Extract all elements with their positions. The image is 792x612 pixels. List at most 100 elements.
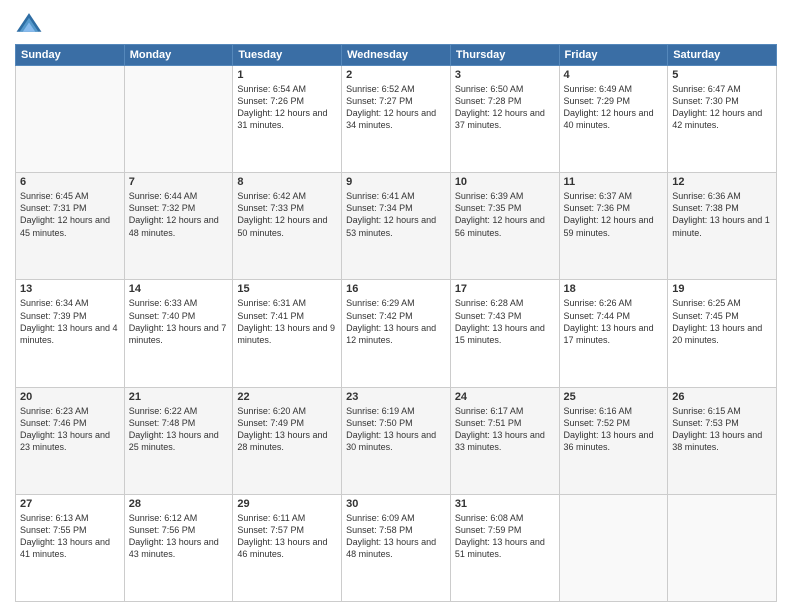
day-info: Sunrise: 6:13 AMSunset: 7:55 PMDaylight:… (20, 512, 120, 561)
calendar-cell: 16Sunrise: 6:29 AMSunset: 7:42 PMDayligh… (342, 280, 451, 387)
day-number: 8 (237, 176, 337, 188)
day-info: Sunrise: 6:15 AMSunset: 7:53 PMDaylight:… (672, 405, 772, 454)
day-info: Sunrise: 6:16 AMSunset: 7:52 PMDaylight:… (564, 405, 664, 454)
day-number: 19 (672, 283, 772, 295)
calendar-cell: 18Sunrise: 6:26 AMSunset: 7:44 PMDayligh… (559, 280, 668, 387)
calendar-cell: 9 Sunrise: 6:41 AMSunset: 7:34 PMDaylight… (342, 173, 451, 280)
calendar-cell: 20 Sunrise: 6:23 AMSunset: 7:46 PMDayligh… (16, 387, 125, 494)
day-info: Sunrise: 6:39 AMSunset: 7:35 PMDaylight:… (455, 190, 555, 239)
day-number: 25 (564, 391, 664, 403)
day-number: 18 (564, 283, 664, 295)
calendar-cell (16, 66, 125, 173)
calendar-cell: 27 Sunrise: 6:13 AMSunset: 7:55 PMDayligh… (16, 494, 125, 601)
day-number: 27 (20, 498, 120, 510)
day-number: 11 (564, 176, 664, 188)
day-number: 12 (672, 176, 772, 188)
day-number: 4 (564, 69, 664, 81)
calendar-cell (124, 66, 233, 173)
day-info: Sunrise: 6:31 AMSunset: 7:41 PMDaylight:… (237, 297, 337, 346)
day-of-week-monday: Monday (124, 45, 233, 66)
calendar-cell: 29Sunrise: 6:11 AMSunset: 7:57 PMDayligh… (233, 494, 342, 601)
day-number: 28 (129, 498, 229, 510)
day-info: Sunrise: 6:25 AMSunset: 7:45 PMDaylight:… (672, 297, 772, 346)
day-number: 21 (129, 391, 229, 403)
calendar-cell: 2 Sunrise: 6:52 AMSunset: 7:27 PMDaylight… (342, 66, 451, 173)
day-number: 7 (129, 176, 229, 188)
calendar-cell: 13 Sunrise: 6:34 AMSunset: 7:39 PMDayligh… (16, 280, 125, 387)
day-of-week-friday: Friday (559, 45, 668, 66)
day-info: Sunrise: 6:47 AMSunset: 7:30 PMDaylight:… (672, 83, 772, 132)
day-of-week-wednesday: Wednesday (342, 45, 451, 66)
day-info: Sunrise: 6:34 AMSunset: 7:39 PMDaylight:… (20, 297, 120, 346)
day-info: Sunrise: 6:36 AMSunset: 7:38 PMDaylight:… (672, 190, 772, 239)
calendar-cell: 23 Sunrise: 6:19 AMSunset: 7:50 PMDayligh… (342, 387, 451, 494)
day-number: 30 (346, 498, 446, 510)
day-number: 22 (237, 391, 337, 403)
day-info: Sunrise: 6:19 AMSunset: 7:50 PMDaylight:… (346, 405, 446, 454)
day-number: 20 (20, 391, 120, 403)
day-info: Sunrise: 6:23 AMSunset: 7:46 PMDaylight:… (20, 405, 120, 454)
day-number: 23 (346, 391, 446, 403)
day-info: Sunrise: 6:54 AMSunset: 7:26 PMDaylight:… (237, 83, 337, 132)
day-info: Sunrise: 6:22 AMSunset: 7:48 PMDaylight:… (129, 405, 229, 454)
calendar-week-5: 27 Sunrise: 6:13 AMSunset: 7:55 PMDayligh… (16, 494, 777, 601)
calendar-cell: 6 Sunrise: 6:45 AMSunset: 7:31 PMDaylight… (16, 173, 125, 280)
calendar-cell: 3Sunrise: 6:50 AMSunset: 7:28 PMDaylight… (450, 66, 559, 173)
header (15, 10, 777, 38)
day-number: 6 (20, 176, 120, 188)
calendar-cell: 19 Sunrise: 6:25 AMSunset: 7:45 PMDayligh… (668, 280, 777, 387)
day-number: 9 (346, 176, 446, 188)
calendar-cell: 14 Sunrise: 6:33 AMSunset: 7:40 PMDayligh… (124, 280, 233, 387)
page: SundayMondayTuesdayWednesdayThursdayFrid… (0, 0, 792, 612)
day-info: Sunrise: 6:17 AMSunset: 7:51 PMDaylight:… (455, 405, 555, 454)
day-number: 10 (455, 176, 555, 188)
day-number: 1 (237, 69, 337, 81)
calendar-cell: 7 Sunrise: 6:44 AMSunset: 7:32 PMDaylight… (124, 173, 233, 280)
day-info: Sunrise: 6:45 AMSunset: 7:31 PMDaylight:… (20, 190, 120, 239)
day-number: 14 (129, 283, 229, 295)
day-of-week-saturday: Saturday (668, 45, 777, 66)
calendar-week-1: 1 Sunrise: 6:54 AMSunset: 7:26 PMDaylight… (16, 66, 777, 173)
calendar-cell (668, 494, 777, 601)
day-info: Sunrise: 6:52 AMSunset: 7:27 PMDaylight:… (346, 83, 446, 132)
calendar-table: SundayMondayTuesdayWednesdayThursdayFrid… (15, 44, 777, 602)
calendar-week-3: 13 Sunrise: 6:34 AMSunset: 7:39 PMDayligh… (16, 280, 777, 387)
day-number: 17 (455, 283, 555, 295)
calendar-cell: 26 Sunrise: 6:15 AMSunset: 7:53 PMDayligh… (668, 387, 777, 494)
calendar-cell: 10 Sunrise: 6:39 AMSunset: 7:35 PMDayligh… (450, 173, 559, 280)
calendar-cell: 1 Sunrise: 6:54 AMSunset: 7:26 PMDaylight… (233, 66, 342, 173)
calendar-cell: 21 Sunrise: 6:22 AMSunset: 7:48 PMDayligh… (124, 387, 233, 494)
day-info: Sunrise: 6:08 AMSunset: 7:59 PMDaylight:… (455, 512, 555, 561)
calendar-cell: 11Sunrise: 6:37 AMSunset: 7:36 PMDayligh… (559, 173, 668, 280)
day-number: 26 (672, 391, 772, 403)
day-info: Sunrise: 6:28 AMSunset: 7:43 PMDaylight:… (455, 297, 555, 346)
calendar-cell: 22 Sunrise: 6:20 AMSunset: 7:49 PMDayligh… (233, 387, 342, 494)
day-info: Sunrise: 6:12 AMSunset: 7:56 PMDaylight:… (129, 512, 229, 561)
calendar-cell: 15Sunrise: 6:31 AMSunset: 7:41 PMDayligh… (233, 280, 342, 387)
day-info: Sunrise: 6:49 AMSunset: 7:29 PMDaylight:… (564, 83, 664, 132)
logo (15, 10, 47, 38)
day-number: 3 (455, 69, 555, 81)
day-info: Sunrise: 6:20 AMSunset: 7:49 PMDaylight:… (237, 405, 337, 454)
calendar-cell (559, 494, 668, 601)
calendar-week-2: 6 Sunrise: 6:45 AMSunset: 7:31 PMDaylight… (16, 173, 777, 280)
day-info: Sunrise: 6:11 AMSunset: 7:57 PMDaylight:… (237, 512, 337, 561)
day-info: Sunrise: 6:42 AMSunset: 7:33 PMDaylight:… (237, 190, 337, 239)
day-number: 5 (672, 69, 772, 81)
day-of-week-tuesday: Tuesday (233, 45, 342, 66)
calendar-cell: 17 Sunrise: 6:28 AMSunset: 7:43 PMDayligh… (450, 280, 559, 387)
calendar-cell: 8 Sunrise: 6:42 AMSunset: 7:33 PMDaylight… (233, 173, 342, 280)
day-number: 13 (20, 283, 120, 295)
calendar-header-row: SundayMondayTuesdayWednesdayThursdayFrid… (16, 45, 777, 66)
calendar-cell: 12 Sunrise: 6:36 AMSunset: 7:38 PMDayligh… (668, 173, 777, 280)
logo-icon (15, 10, 43, 38)
calendar-cell: 5 Sunrise: 6:47 AMSunset: 7:30 PMDaylight… (668, 66, 777, 173)
day-number: 31 (455, 498, 555, 510)
calendar-cell: 4 Sunrise: 6:49 AMSunset: 7:29 PMDaylight… (559, 66, 668, 173)
day-info: Sunrise: 6:33 AMSunset: 7:40 PMDaylight:… (129, 297, 229, 346)
calendar-cell: 24Sunrise: 6:17 AMSunset: 7:51 PMDayligh… (450, 387, 559, 494)
day-info: Sunrise: 6:09 AMSunset: 7:58 PMDaylight:… (346, 512, 446, 561)
day-info: Sunrise: 6:41 AMSunset: 7:34 PMDaylight:… (346, 190, 446, 239)
day-info: Sunrise: 6:44 AMSunset: 7:32 PMDaylight:… (129, 190, 229, 239)
day-number: 2 (346, 69, 446, 81)
